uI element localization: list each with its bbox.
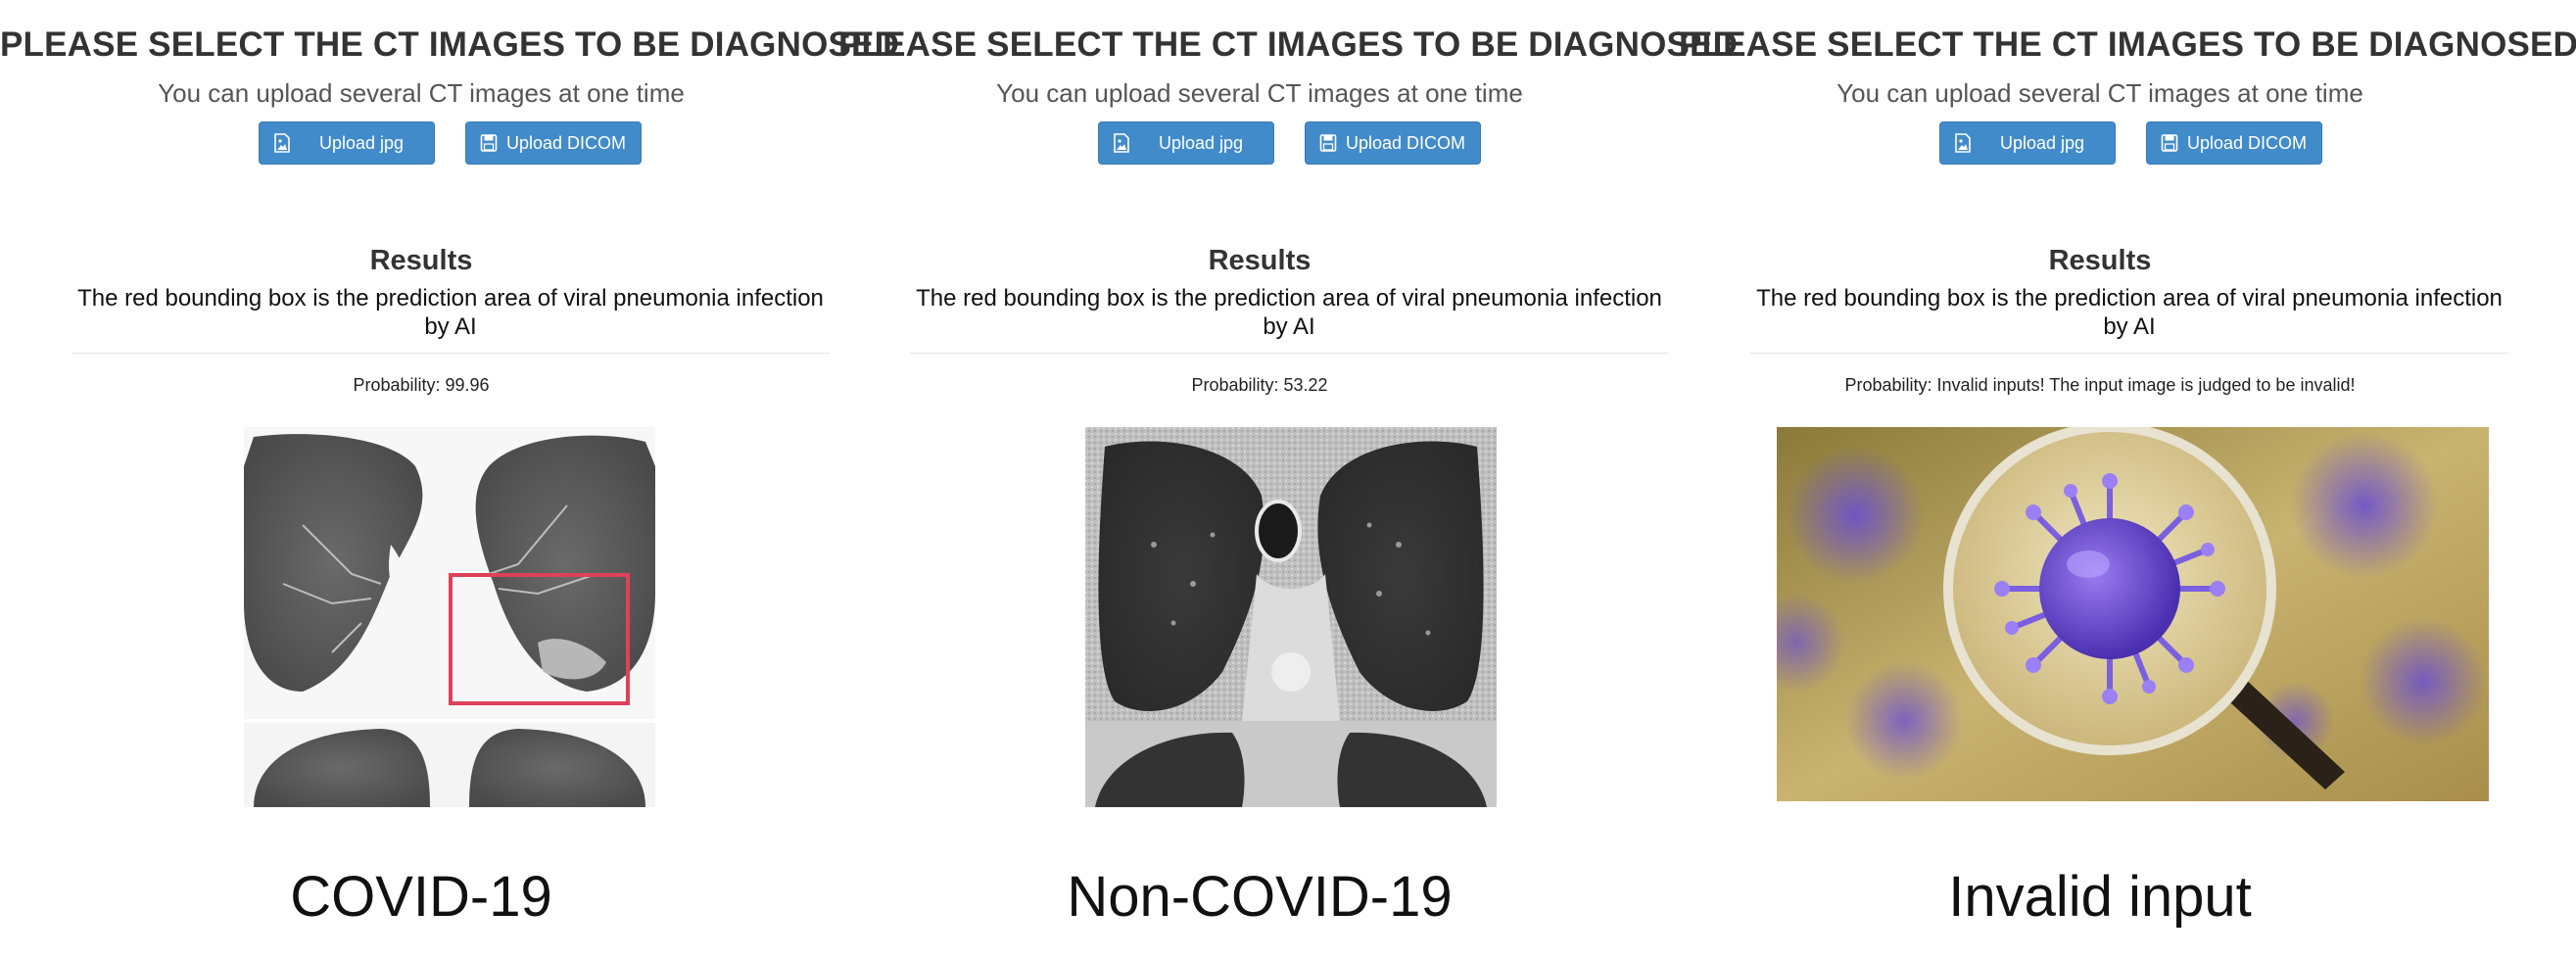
upload-jpg-label: Upload jpg xyxy=(1158,132,1244,153)
upload-dicom-button[interactable]: Upload DICOM xyxy=(1305,121,1481,165)
upload-dicom-button[interactable]: Upload DICOM xyxy=(465,121,642,165)
diagnosis-caption: Non-COVID-19 xyxy=(1067,865,1453,929)
panel-non-covid: PLEASE SELECT THE CT IMAGES TO BE DIAGNO… xyxy=(838,0,1739,958)
upload-dicom-label: Upload DICOM xyxy=(506,132,627,153)
virus-result-image xyxy=(1777,427,2489,801)
results-heading: Results xyxy=(1208,245,1312,276)
image-file-icon xyxy=(274,133,290,153)
page-title: PLEASE SELECT THE CT IMAGES TO BE DIAGNO… xyxy=(0,25,900,64)
upload-jpg-button[interactable]: Upload jpg xyxy=(259,121,435,165)
upload-hint: You can upload several CT images at one … xyxy=(1837,78,2363,108)
save-disk-icon xyxy=(480,134,498,152)
upload-dicom-button[interactable]: Upload DICOM xyxy=(2146,121,2322,165)
diagnosis-caption: Invalid input xyxy=(1948,865,2252,929)
upload-hint: You can upload several CT images at one … xyxy=(158,78,685,108)
probability-text: Probability: 53.22 xyxy=(1191,375,1328,395)
results-heading: Results xyxy=(2048,245,2152,276)
ct-result-image xyxy=(1085,427,1497,807)
save-disk-icon xyxy=(1319,134,1337,152)
divider xyxy=(910,353,1668,354)
upload-hint: You can upload several CT images at one … xyxy=(996,78,1523,108)
results-heading: Results xyxy=(369,245,473,276)
divider xyxy=(1750,353,2508,354)
upload-jpg-label: Upload jpg xyxy=(318,132,405,153)
upload-jpg-button[interactable]: Upload jpg xyxy=(1098,121,1274,165)
panel-covid: PLEASE SELECT THE CT IMAGES TO BE DIAGNO… xyxy=(0,0,900,958)
image-file-icon xyxy=(1955,133,1971,153)
upload-jpg-button[interactable]: Upload jpg xyxy=(1939,121,2116,165)
image-file-icon xyxy=(1114,133,1129,153)
results-description: The red bounding box is the prediction a… xyxy=(77,285,824,340)
results-description: The red bounding box is the prediction a… xyxy=(916,285,1662,340)
upload-dicom-label: Upload DICOM xyxy=(2187,132,2308,153)
probability-text: Probability: Invalid inputs! The input i… xyxy=(1844,375,2356,395)
ct-result-image xyxy=(244,427,655,807)
upload-dicom-label: Upload DICOM xyxy=(1346,132,1466,153)
results-description: The red bounding box is the prediction a… xyxy=(1756,285,2503,340)
page-title: PLEASE SELECT THE CT IMAGES TO BE DIAGNO… xyxy=(1679,25,2576,64)
diagnosis-caption: COVID-19 xyxy=(290,865,552,929)
upload-jpg-label: Upload jpg xyxy=(1999,132,2085,153)
probability-text: Probability: 99.96 xyxy=(353,375,490,395)
page-title: PLEASE SELECT THE CT IMAGES TO BE DIAGNO… xyxy=(838,25,1739,64)
divider xyxy=(72,353,830,354)
panel-invalid: PLEASE SELECT THE CT IMAGES TO BE DIAGNO… xyxy=(1679,0,2576,958)
save-disk-icon xyxy=(2161,134,2178,152)
